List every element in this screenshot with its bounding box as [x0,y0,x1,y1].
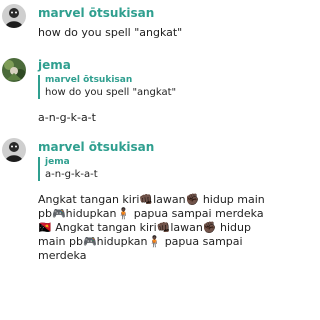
author-name[interactable]: jema [38,58,278,73]
avatar-jema[interactable] [2,58,26,82]
message-text: Angkat tangan kiri👊🏿lawan✊🏿 hidup main p… [38,193,265,262]
author-name[interactable]: marvel ōtsukisan [38,6,278,21]
chat-thread: marvel ōtsukisan how do you spell "angka… [0,0,282,320]
quoted-author: jema [45,157,70,167]
message-text: how do you spell "angkat" [38,26,183,39]
quoted-text: how do you spell "angkat" [45,87,177,98]
reply-quote[interactable]: jema a-n-g-k-a-t [38,157,278,181]
message-text: a-n-g-k-a-t [38,111,96,124]
author-name[interactable]: marvel ōtsukisan [38,140,278,155]
avatar-marvel[interactable] [2,4,26,28]
quoted-author: marvel ōtsukisan [45,75,133,85]
quoted-text: a-n-g-k-a-t [45,169,98,180]
reply-quote[interactable]: marvel ōtsukisan how do you spell "angka… [38,75,278,99]
avatar-marvel[interactable] [2,138,26,162]
